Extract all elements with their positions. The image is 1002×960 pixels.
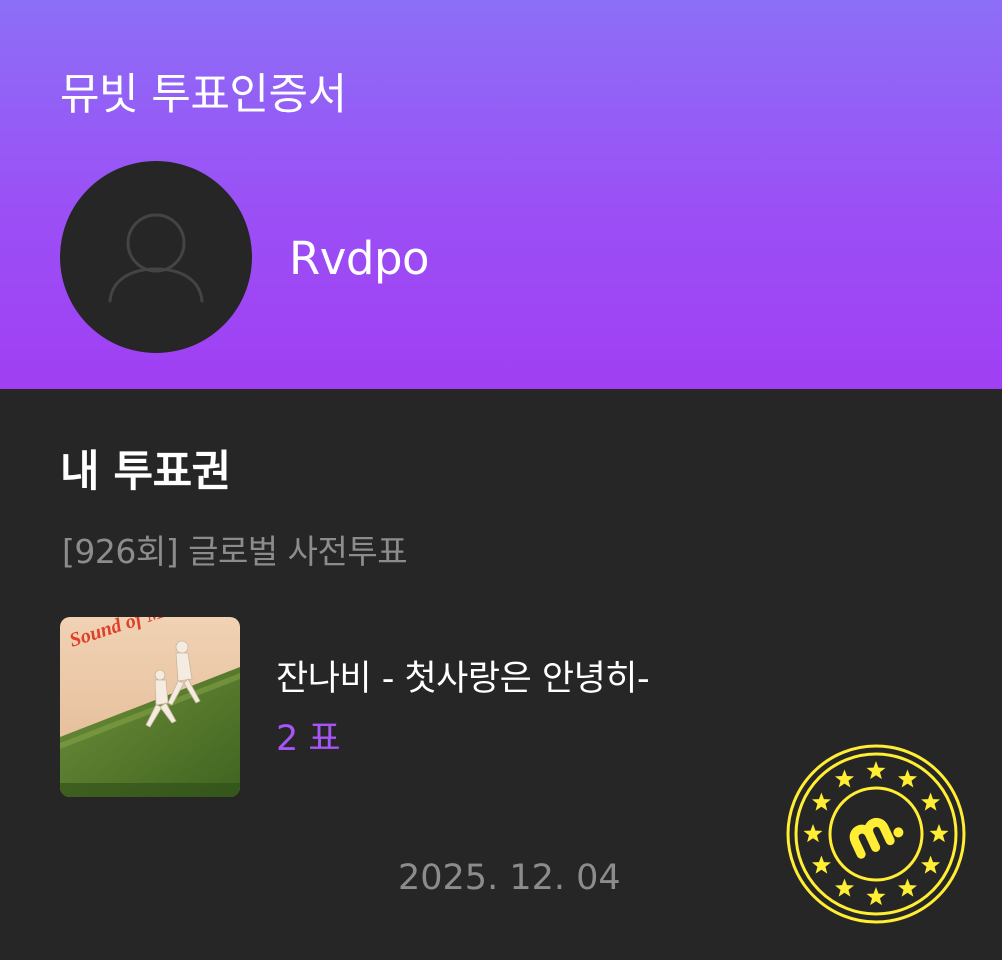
- avatar: [60, 161, 252, 353]
- stamp-star-icon: [803, 824, 823, 843]
- song-title: 잔나비 - 첫사랑은 안녕히-: [276, 659, 650, 699]
- username: Rvdpo: [289, 232, 430, 285]
- vote-count: 2 표: [276, 719, 341, 759]
- stamp-star-icon: [811, 792, 831, 811]
- stamp-star-icon: [834, 878, 855, 897]
- stamp-star-icon: [834, 769, 855, 788]
- stamp-star-icon: [929, 824, 949, 843]
- person-placeholder-icon: [108, 213, 204, 303]
- stamp-star-icon: [866, 761, 886, 780]
- certificate-header: 뮤빗 투표인증서 Rvdpo: [0, 0, 1002, 389]
- stamp-star-icon: [811, 855, 831, 874]
- section-title: 내 투표권: [60, 447, 231, 497]
- album-art: Sound of Music: [60, 617, 240, 797]
- stamp-star-icon: [921, 855, 941, 874]
- vote-date: 2025. 12. 04: [398, 858, 621, 898]
- stamp-star-icon: [897, 769, 918, 788]
- stamp-star-icon: [921, 792, 941, 811]
- stamp-star-icon: [897, 878, 918, 897]
- stamp-star-icon: [866, 887, 886, 906]
- mubeat-stamp-icon: [785, 743, 967, 925]
- page-title: 뮤빗 투표인증서: [60, 70, 347, 120]
- vote-round-label: [926회] 글로벌 사전투표: [62, 532, 408, 571]
